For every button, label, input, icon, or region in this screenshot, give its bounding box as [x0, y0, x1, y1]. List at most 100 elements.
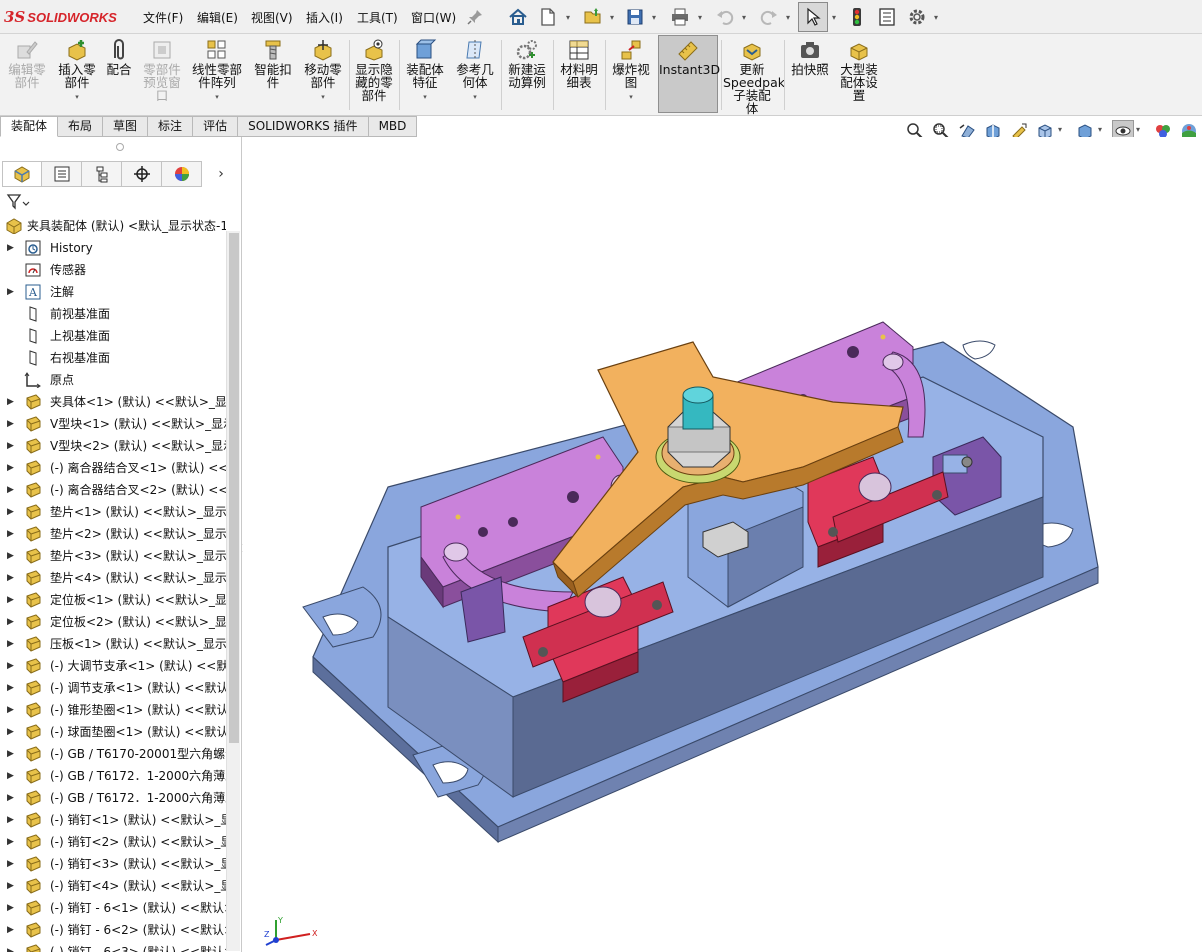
hide-show-dropdown-icon[interactable]: ▾: [1136, 125, 1140, 134]
tree-root-assembly[interactable]: 夹具装配体 (默认) <默认_显示状态-1: [0, 215, 226, 237]
rebuild-traffic-light-icon[interactable]: [846, 6, 868, 28]
tree-item[interactable]: ▶ (-) GB / T6172．1-2000六角薄螺: [0, 765, 226, 787]
expand-arrow-icon[interactable]: ▶: [7, 897, 14, 919]
expand-arrow-icon[interactable]: ▶: [7, 853, 14, 875]
home-icon[interactable]: [507, 6, 529, 28]
tree-item[interactable]: ▶ (-) 调节支承<1> (默认) <<默认>: [0, 677, 226, 699]
tree-item[interactable]: ▶ 垫片<2> (默认) <<默认>_显示状: [0, 523, 226, 545]
expand-arrow-icon[interactable]: ▶: [7, 655, 14, 677]
reference-geometry-dropdown-icon[interactable]: ▾: [452, 91, 498, 104]
assembly-feature-dropdown-icon[interactable]: ▾: [402, 91, 448, 104]
large-assembly-settings-button[interactable]: 大型装 配体设 置: [836, 36, 882, 102]
options-gear-icon[interactable]: [906, 6, 928, 28]
tab-mbd[interactable]: MBD: [368, 116, 418, 137]
display-style-dropdown-icon[interactable]: ▾: [1098, 125, 1102, 134]
tree-item[interactable]: ▶ (-) 销钉<3> (默认) <<默认>_显: [0, 853, 226, 875]
menu-edit[interactable]: 编辑(E): [197, 9, 238, 26]
tree-item[interactable]: ▶ 垫片<4> (默认) <<默认>_显示状: [0, 567, 226, 589]
expand-arrow-icon[interactable]: ▶: [7, 501, 14, 523]
tree-item[interactable]: ▶ (-) 销钉 - 6<1> (默认) <<默认>: [0, 897, 226, 919]
expand-arrow-icon[interactable]: ▶: [7, 699, 14, 721]
expand-arrow-icon[interactable]: ▶: [7, 919, 14, 941]
tab-markup[interactable]: 标注: [148, 116, 194, 137]
expand-arrow-icon[interactable]: ▶: [7, 677, 14, 699]
expand-arrow-icon[interactable]: ▶: [7, 831, 14, 853]
smart-fastener-button[interactable]: 智能扣 件: [250, 36, 296, 89]
solidworks-logo[interactable]: 3S SOLIDWORKS: [4, 7, 117, 27]
tab-sketch[interactable]: 草图: [103, 116, 149, 137]
menu-insert[interactable]: 插入(I): [306, 9, 343, 26]
move-component-button[interactable]: 移动零 部件 ▾: [300, 36, 346, 104]
file-properties-icon[interactable]: [876, 6, 898, 28]
assembly-model-viewport[interactable]: [243, 137, 1202, 952]
tree-item[interactable]: ▶ V型块<1> (默认) <<默认>_显示: [0, 413, 226, 435]
menu-window[interactable]: 窗口(W): [411, 9, 456, 26]
open-folder-icon[interactable]: [582, 6, 604, 28]
component-preview-button[interactable]: 零部件 预览窗 口: [139, 36, 185, 102]
expand-arrow-icon[interactable]: ▶: [7, 413, 14, 435]
tree-item[interactable]: ▶ (-) 锥形垫圈<1> (默认) <<默认>: [0, 699, 226, 721]
property-manager-tab-icon[interactable]: [42, 161, 82, 187]
new-motion-study-button[interactable]: 新建运 动算例: [504, 36, 550, 89]
print-icon[interactable]: [669, 6, 691, 28]
tree-item[interactable]: ▶ 压板<1> (默认) <<默认>_显示状: [0, 633, 226, 655]
tree-item[interactable]: ▶ (-) 离合器结合叉<1> (默认) <<默: [0, 457, 226, 479]
menu-file[interactable]: 文件(F): [143, 9, 183, 26]
exploded-view-button[interactable]: 爆炸视 图 ▾: [608, 36, 654, 104]
select-cursor-icon[interactable]: [802, 6, 824, 28]
scrollbar-thumb[interactable]: [229, 233, 239, 743]
expand-arrow-icon[interactable]: ▶: [7, 611, 14, 633]
insert-component-button[interactable]: 插入零 部件 ▾: [54, 36, 100, 104]
tree-item[interactable]: ▶ (-) 销钉 - 6<2> (默认) <<默认>: [0, 919, 226, 941]
tree-item[interactable]: ▶ 夹具体<1> (默认) <<默认>_显示: [0, 391, 226, 413]
expand-arrow-icon[interactable]: ▶: [7, 721, 14, 743]
expand-arrow-icon[interactable]: ▶: [7, 941, 14, 952]
exploded-view-dropdown-icon[interactable]: ▾: [608, 91, 654, 104]
select-dropdown-icon[interactable]: ▾: [832, 13, 836, 22]
undo-dropdown-icon[interactable]: ▾: [742, 13, 746, 22]
tree-item[interactable]: ▶ (-) 销钉<2> (默认) <<默认>_显: [0, 831, 226, 853]
tree-item[interactable]: ▶ (-) 销钉 - 6<3> (默认) <<默认>: [0, 941, 226, 952]
expand-arrow-icon[interactable]: ▶: [7, 281, 14, 303]
tree-item[interactable]: 传感器: [0, 259, 226, 281]
expand-arrow-icon[interactable]: ▶: [7, 875, 14, 897]
filter-icon[interactable]: [6, 193, 34, 211]
tree-item[interactable]: ▶ 定位板<1> (默认) <<默认>_显示: [0, 589, 226, 611]
tree-item[interactable]: ▶ (-) 离合器结合叉<2> (默认) <<默: [0, 479, 226, 501]
linear-pattern-button[interactable]: 线性零部 件阵列 ▾: [189, 36, 245, 104]
take-snapshot-button[interactable]: 拍快照: [787, 36, 833, 76]
expand-arrow-icon[interactable]: ▶: [7, 809, 14, 831]
move-component-dropdown-icon[interactable]: ▾: [300, 91, 346, 104]
bill-of-materials-button[interactable]: 材料明 细表: [556, 36, 602, 89]
menu-view[interactable]: 视图(V): [251, 9, 293, 26]
expand-arrow-icon[interactable]: ▶: [7, 567, 14, 589]
expand-arrow-icon[interactable]: ▶: [7, 479, 14, 501]
expand-arrow-icon[interactable]: ▶: [7, 589, 14, 611]
edit-component-button[interactable]: 编辑零 部件: [4, 36, 50, 89]
dimxpert-tab-icon[interactable]: [122, 161, 162, 187]
assembly-feature-button[interactable]: 装配体 特征 ▾: [402, 36, 448, 104]
tree-item[interactable]: 上视基准面: [0, 325, 226, 347]
tree-item[interactable]: 原点: [0, 369, 226, 391]
pin-icon[interactable]: [464, 6, 486, 28]
graphics-area[interactable]: [243, 137, 1202, 952]
view-orientation-dropdown-icon[interactable]: ▾: [1058, 125, 1062, 134]
configuration-manager-tab-icon[interactable]: [82, 161, 122, 187]
insert-component-dropdown-icon[interactable]: ▾: [54, 91, 100, 104]
display-manager-tab-icon[interactable]: [162, 161, 202, 187]
new-document-icon[interactable]: [537, 6, 559, 28]
feature-manager-tab-icon[interactable]: [2, 161, 42, 187]
panel-grip[interactable]: [116, 143, 124, 151]
save-icon[interactable]: [624, 6, 646, 28]
tree-item[interactable]: ▶ (-) 大调节支承<1> (默认) <<默认: [0, 655, 226, 677]
tree-item[interactable]: ▶ 垫片<1> (默认) <<默认>_显示状: [0, 501, 226, 523]
expand-arrow-icon[interactable]: ▶: [7, 787, 14, 809]
tree-item[interactable]: ▶ 垫片<3> (默认) <<默认>_显示状: [0, 545, 226, 567]
show-hidden-components-button[interactable]: 显示隐 藏的零 部件: [352, 36, 396, 102]
print-dropdown-icon[interactable]: ▾: [698, 13, 702, 22]
tree-item[interactable]: ▶ 定位板<2> (默认) <<默认>_显示: [0, 611, 226, 633]
expand-arrow-icon[interactable]: ▶: [7, 435, 14, 457]
tab-assembly[interactable]: 装配体: [0, 116, 59, 137]
redo-dropdown-icon[interactable]: ▾: [786, 13, 790, 22]
expand-arrow-icon[interactable]: ▶: [7, 765, 14, 787]
